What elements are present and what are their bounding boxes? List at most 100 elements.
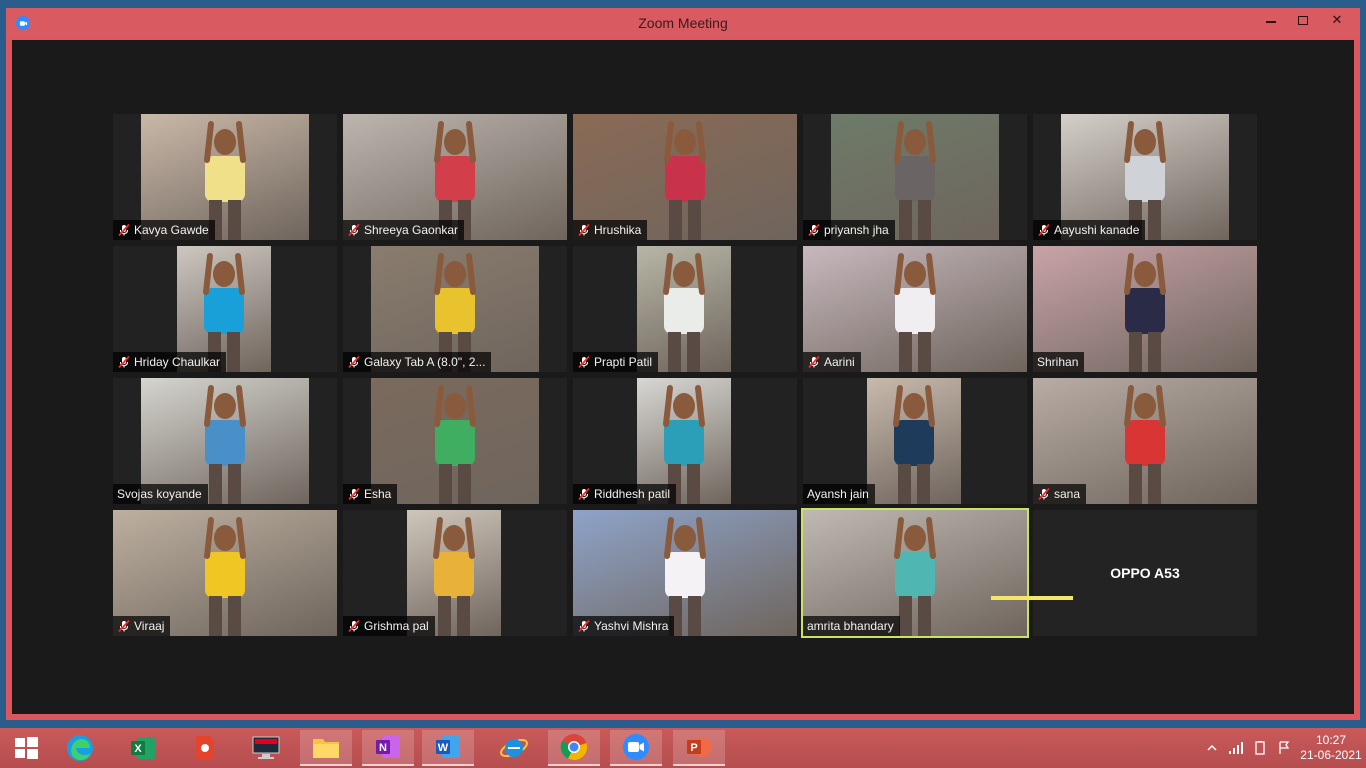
network-icon[interactable] bbox=[1228, 740, 1244, 756]
chrome-icon bbox=[559, 732, 589, 762]
mic-muted-icon bbox=[577, 355, 591, 369]
participant-tile[interactable]: Ayansh jain bbox=[803, 378, 1027, 504]
onenote-icon: N bbox=[374, 733, 402, 761]
flag-icon[interactable] bbox=[1276, 740, 1292, 756]
svg-text:N: N bbox=[379, 742, 387, 754]
battery-icon[interactable] bbox=[1252, 740, 1268, 756]
minimize-button[interactable] bbox=[1254, 8, 1288, 32]
mic-muted-icon bbox=[577, 487, 591, 501]
participant-label: sana bbox=[1033, 484, 1087, 504]
taskbar-windows-start-button[interactable] bbox=[0, 730, 52, 766]
participant-tile[interactable]: Aayushi kanade bbox=[1033, 114, 1257, 240]
taskbar-zoom-button[interactable] bbox=[610, 730, 662, 766]
close-button[interactable]: ✕ bbox=[1320, 8, 1354, 32]
participant-label: Svojas koyande bbox=[113, 484, 208, 504]
participant-name: Esha bbox=[364, 487, 392, 501]
participant-tile[interactable]: Hrushika bbox=[573, 114, 797, 240]
taskbar-file-explorer-button[interactable] bbox=[300, 730, 352, 766]
chevron-up-icon[interactable] bbox=[1204, 740, 1220, 756]
taskbar-chrome-button[interactable] bbox=[548, 730, 600, 766]
participant-label: Aarini bbox=[803, 352, 861, 372]
paint-icon bbox=[192, 734, 218, 762]
participant-tile[interactable]: Riddhesh patil bbox=[573, 378, 797, 504]
participant-tile[interactable]: Kavya Gawde bbox=[113, 114, 337, 240]
active-speaker-indicator bbox=[991, 596, 1073, 600]
participant-name: Grishma pal bbox=[364, 619, 429, 633]
participant-label: Shreeya Gaonkar bbox=[343, 220, 465, 240]
taskbar-edge-button[interactable] bbox=[54, 730, 106, 766]
participant-name: amrita bhandary bbox=[807, 619, 894, 633]
mic-muted-icon bbox=[117, 619, 131, 633]
participant-name: Yashvi Mishra bbox=[594, 619, 669, 633]
taskbar-excel-button[interactable]: X bbox=[117, 730, 169, 766]
internet-explorer-icon bbox=[499, 733, 529, 763]
participant-figure bbox=[893, 385, 935, 504]
mic-muted-icon bbox=[1037, 223, 1051, 237]
video-gallery: Kavya Gawde Shreeya Gaonkar Hrushika priyan… bbox=[12, 40, 1354, 714]
participant-label: Shrihan bbox=[1033, 352, 1085, 372]
participant-label: Hriday Chaulkar bbox=[113, 352, 227, 372]
edge-icon bbox=[65, 733, 95, 763]
participant-name: Viraaj bbox=[134, 619, 165, 633]
participant-tile[interactable]: Shrihan bbox=[1033, 246, 1257, 372]
participant-label: Kavya Gawde bbox=[113, 220, 215, 240]
participant-tile[interactable]: amrita bhandary bbox=[801, 508, 1029, 638]
svg-text:X: X bbox=[134, 743, 142, 755]
close-icon: ✕ bbox=[1331, 12, 1343, 27]
participant-tile[interactable]: Yashvi Mishra bbox=[573, 510, 797, 636]
participant-label: priyansh jha bbox=[803, 220, 895, 240]
taskbar-internet-explorer-button[interactable] bbox=[488, 730, 540, 766]
lenovo-icon bbox=[251, 735, 281, 761]
mic-muted-icon bbox=[577, 223, 591, 237]
participant-label: Prapti Patil bbox=[573, 352, 659, 372]
clock-date: 21-06-2021 bbox=[1300, 748, 1362, 762]
participant-name: Hriday Chaulkar bbox=[134, 355, 221, 369]
participant-tile[interactable]: Grishma pal bbox=[343, 510, 567, 636]
participant-label: Viraaj bbox=[113, 616, 171, 636]
participant-tile[interactable]: OPPO A53 bbox=[1033, 510, 1257, 636]
maximize-button[interactable] bbox=[1286, 8, 1320, 32]
participant-name: Shreeya Gaonkar bbox=[364, 223, 459, 237]
participant-name: Prapti Patil bbox=[594, 355, 653, 369]
participant-tile[interactable]: Prapti Patil bbox=[573, 246, 797, 372]
mic-muted-icon bbox=[1037, 487, 1051, 501]
taskbar-powerpoint-button[interactable]: P bbox=[673, 730, 725, 766]
excel-icon: X bbox=[129, 734, 157, 762]
participant-tile[interactable]: Hriday Chaulkar bbox=[113, 246, 337, 372]
taskbar-lenovo-button[interactable] bbox=[240, 730, 292, 766]
participant-label: amrita bhandary bbox=[803, 616, 900, 636]
participant-name: Riddhesh patil bbox=[594, 487, 671, 501]
participant-tile[interactable]: Shreeya Gaonkar bbox=[343, 114, 567, 240]
participant-tile[interactable]: Esha bbox=[343, 378, 567, 504]
word-icon: W bbox=[434, 733, 462, 761]
participant-tile[interactable]: Viraaj bbox=[113, 510, 337, 636]
participant-name: Aayushi kanade bbox=[1054, 223, 1140, 237]
mic-muted-icon bbox=[347, 487, 361, 501]
title-bar[interactable]: Zoom Meeting ✕ bbox=[6, 8, 1360, 38]
participant-tile[interactable]: priyansh jha bbox=[803, 114, 1027, 240]
participant-name: Ayansh jain bbox=[807, 487, 869, 501]
windows-taskbar: 10:27 21-06-2021 X N W P bbox=[0, 728, 1366, 768]
windows-start-icon bbox=[13, 735, 39, 761]
zoom-window: Zoom Meeting ✕ Kavya Gawde Shreeya Gaonka… bbox=[6, 8, 1360, 720]
taskbar-word-button[interactable]: W bbox=[422, 730, 474, 766]
participant-tile[interactable]: sana bbox=[1033, 378, 1257, 504]
participant-label: Galaxy Tab A (8.0", 2... bbox=[343, 352, 492, 372]
participant-tile[interactable]: Aarini bbox=[803, 246, 1027, 372]
participant-label: Hrushika bbox=[573, 220, 648, 240]
clock-time: 10:27 bbox=[1315, 733, 1347, 747]
maximize-icon bbox=[1298, 15, 1308, 25]
taskbar-onenote-button[interactable]: N bbox=[362, 730, 414, 766]
participant-name: priyansh jha bbox=[824, 223, 889, 237]
participant-name: sana bbox=[1054, 487, 1081, 501]
system-clock[interactable]: 10:27 21-06-2021 bbox=[1296, 733, 1366, 763]
mic-muted-icon bbox=[577, 619, 591, 633]
mic-muted-icon bbox=[347, 223, 361, 237]
participant-tile[interactable]: Galaxy Tab A (8.0", 2... bbox=[343, 246, 567, 372]
participant-tile[interactable]: Svojas koyande bbox=[113, 378, 337, 504]
svg-text:W: W bbox=[438, 742, 449, 754]
participant-name: Aarini bbox=[824, 355, 855, 369]
taskbar-paint-button[interactable] bbox=[179, 730, 231, 766]
zoom-icon bbox=[621, 732, 651, 762]
participant-name: OPPO A53 bbox=[1110, 565, 1180, 581]
